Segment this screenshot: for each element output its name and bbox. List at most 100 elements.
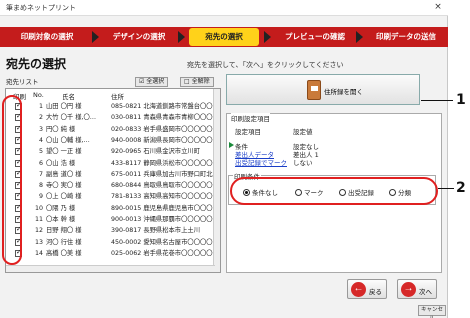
row-name: 円〇 純 様 — [46, 125, 76, 133]
print-condition-highlight — [230, 177, 438, 205]
address-list[interactable]: 印刷 No. 氏名 住所 1山田 〇円 様085-0821 北海道釧路市常盤台〇… — [5, 88, 221, 273]
table-row[interactable]: 7副島 道〇 様 675-0011 兵庫県加古川市野口町北野 — [6, 169, 220, 179]
vertical-scrollbar[interactable] — [213, 89, 220, 272]
col-header-no: No. — [33, 91, 44, 99]
table-row[interactable]: 13河〇 行住 様 450-0002 愛知県名古屋市〇〇〇〇 — [6, 237, 220, 247]
table-row[interactable]: 8寺〇 実〇 様 680-0844 鳥取県鳥取市〇〇〇〇〇〇〇 — [6, 180, 221, 190]
step-send: 印刷データの送信 — [376, 32, 436, 41]
cancel-button[interactable]: キャンセル — [418, 305, 446, 318]
select-all-button[interactable]: ☑ 全選択 — [135, 77, 169, 87]
row-address: 433-8117 静岡県浜松市〇〇〇〇〇〇〇 — [111, 159, 221, 167]
app-window: 筆まめネットプリント × 印刷対象の選択 デザインの選択 宛先の選択 プレビュー… — [0, 0, 448, 318]
row-number: 12 — [34, 227, 43, 235]
table-row[interactable]: 9〇上 〇崎 様 781-8133 高知県高知市〇〇〇〇〇〇〇 — [6, 191, 221, 201]
current-row-icon — [229, 142, 234, 148]
step-arrow-icon — [92, 31, 99, 43]
row-address: 025-0062 岩手県花巻市〇〇〇〇〇〇 — [111, 249, 219, 257]
callout-line-1 — [421, 100, 453, 101]
setting-item-record-link[interactable]: 出受記録でマーク — [235, 157, 287, 167]
step-preview: プレビューの確認 — [285, 32, 345, 41]
step-print-target: 印刷対象の選択 — [20, 32, 74, 41]
row-address: 680-0844 鳥取県鳥取市〇〇〇〇〇〇〇 — [111, 182, 221, 190]
row-address: 030-0811 青森県青森市青柳〇〇〇〇〇 — [111, 114, 221, 122]
settings-col-value: 設定値 — [293, 128, 313, 136]
table-row[interactable]: 10〇隈 乃 様 890-0015 鹿児島県鹿児島市〇〇〇 — [6, 203, 220, 213]
table-row[interactable]: 1山田 〇円 様 085-0821 北海道釧路市常盤台〇〇〇〇〇〇 — [6, 101, 220, 111]
open-address-book-button[interactable]: 住所録を開く — [226, 74, 420, 105]
step-arrow-icon — [178, 31, 185, 43]
row-name: 〇山 〇輔 様,… — [46, 136, 90, 144]
row-number: 7 — [38, 170, 43, 178]
row-address: 020-0833 岩手県盛岡市〇〇〇〇〇〇〇 — [111, 125, 221, 133]
row-name: 日野 翔〇 様 — [46, 227, 82, 235]
print-column-highlight — [2, 95, 22, 265]
row-name: 高橋 〇美 様 — [46, 249, 82, 257]
row-name: 〇本 幹 様 — [46, 216, 76, 223]
row-address: 781-8133 高知県高知市〇〇〇〇〇〇〇 — [111, 193, 221, 201]
row-number: 4 — [38, 136, 43, 144]
settings-col-item: 設定項目 — [235, 128, 261, 136]
back-label: 戻る — [369, 289, 382, 296]
open-address-book-label: 住所録を開く — [324, 89, 363, 96]
callout-number-2: 2 — [456, 180, 466, 196]
table-row[interactable]: 6〇山 浩 様 433-8117 静岡県浜松市〇〇〇〇〇〇〇 — [6, 158, 221, 168]
address-book-icon — [307, 80, 321, 100]
step-arrow-icon — [356, 31, 363, 43]
col-header-address: 住所 — [111, 93, 124, 101]
row-address: 675-0011 兵庫県加古川市野口町北野 — [111, 170, 219, 178]
row-number: 1 — [38, 103, 43, 110]
close-icon[interactable]: × — [432, 1, 444, 13]
row-address: 920-0965 石川県金沢市立川町 — [111, 148, 200, 156]
row-address: 450-0002 愛知県名古屋市〇〇〇〇 — [111, 238, 213, 246]
deselect-all-button[interactable]: □ 全解除 — [180, 77, 214, 87]
row-name: 〇山 浩 様 — [46, 159, 76, 167]
table-row[interactable]: 4〇山 〇輔 様,… 940-0008 新潟県長岡市〇〇〇〇〇〇〇 — [6, 135, 221, 145]
print-settings-caption: 印刷設定項目 — [231, 113, 270, 123]
table-row[interactable]: 14高橋 〇美 様 025-0062 岩手県花巻市〇〇〇〇〇〇 — [6, 248, 220, 258]
next-arrow-icon: → — [401, 282, 416, 297]
row-name: 寺〇 実〇 様 — [46, 182, 82, 190]
row-number: 5 — [38, 148, 43, 156]
table-row[interactable]: 2大竹 〇千 様,〇… 030-0811 青森県青森市青柳〇〇〇〇〇 — [6, 112, 221, 122]
back-button[interactable]: ← 戻る — [347, 279, 387, 299]
row-name: 〇隈 乃 様 — [46, 204, 76, 212]
row-name: 望〇 一正 様 — [46, 148, 82, 156]
step-design: デザインの選択 — [112, 32, 166, 41]
callout-line-2 — [438, 188, 454, 189]
address-list-label: 宛先リスト — [6, 78, 39, 86]
row-number: 13 — [34, 238, 43, 246]
row-name: 河〇 行住 様 — [46, 238, 82, 246]
row-number: 11 — [34, 216, 43, 223]
back-arrow-icon: ← — [351, 282, 366, 297]
setting-value-record: しない — [293, 159, 313, 167]
title-bar: 筆まめネットプリント × — [0, 0, 448, 16]
step-recipient-active: 宛先の選択 — [189, 28, 259, 46]
row-number: 3 — [38, 125, 43, 133]
row-number: 10 — [34, 204, 43, 212]
col-header-name: 氏名 — [62, 93, 75, 101]
row-name: 山田 〇円 様 — [46, 103, 82, 110]
table-row[interactable]: 5望〇 一正 様 920-0965 石川県金沢市立川町 — [6, 146, 220, 156]
table-row[interactable]: 3円〇 純 様 020-0833 岩手県盛岡市〇〇〇〇〇〇〇 — [6, 124, 221, 134]
next-label: 次へ — [419, 289, 432, 296]
row-name: 大竹 〇千 様,〇… — [46, 114, 97, 122]
callout-number-1: 1 — [456, 92, 466, 108]
row-number: 14 — [34, 249, 43, 257]
table-row[interactable]: 12日野 翔〇 様 390-0817 長野県松本市上土川 — [6, 225, 220, 235]
window-title: 筆まめネットプリント — [6, 4, 76, 12]
row-address: 390-0817 長野県松本市上土川 — [111, 227, 200, 235]
row-address: 940-0008 新潟県長岡市〇〇〇〇〇〇〇 — [111, 136, 221, 144]
row-number: 6 — [38, 159, 43, 167]
row-number: 8 — [38, 182, 43, 190]
horizontal-scrollbar[interactable] — [6, 265, 215, 272]
row-address: 900-0013 沖縄県那覇市〇〇〇〇〇〇 — [111, 216, 219, 223]
row-name: 〇上 〇崎 様 — [46, 193, 82, 201]
table-row[interactable]: 11〇本 幹 様 900-0013 沖縄県那覇市〇〇〇〇〇〇 — [6, 214, 220, 224]
row-address: 085-0821 北海道釧路市常盤台〇〇〇〇〇〇 — [111, 103, 220, 110]
step-bar: 印刷対象の選択 デザインの選択 宛先の選択 プレビューの確認 印刷データの送信 — [0, 27, 448, 47]
row-number: 9 — [38, 193, 43, 201]
next-button[interactable]: → 次へ — [397, 279, 437, 299]
row-name: 副島 道〇 様 — [46, 170, 82, 178]
row-number: 2 — [38, 114, 43, 122]
step-arrow-icon — [264, 31, 271, 43]
